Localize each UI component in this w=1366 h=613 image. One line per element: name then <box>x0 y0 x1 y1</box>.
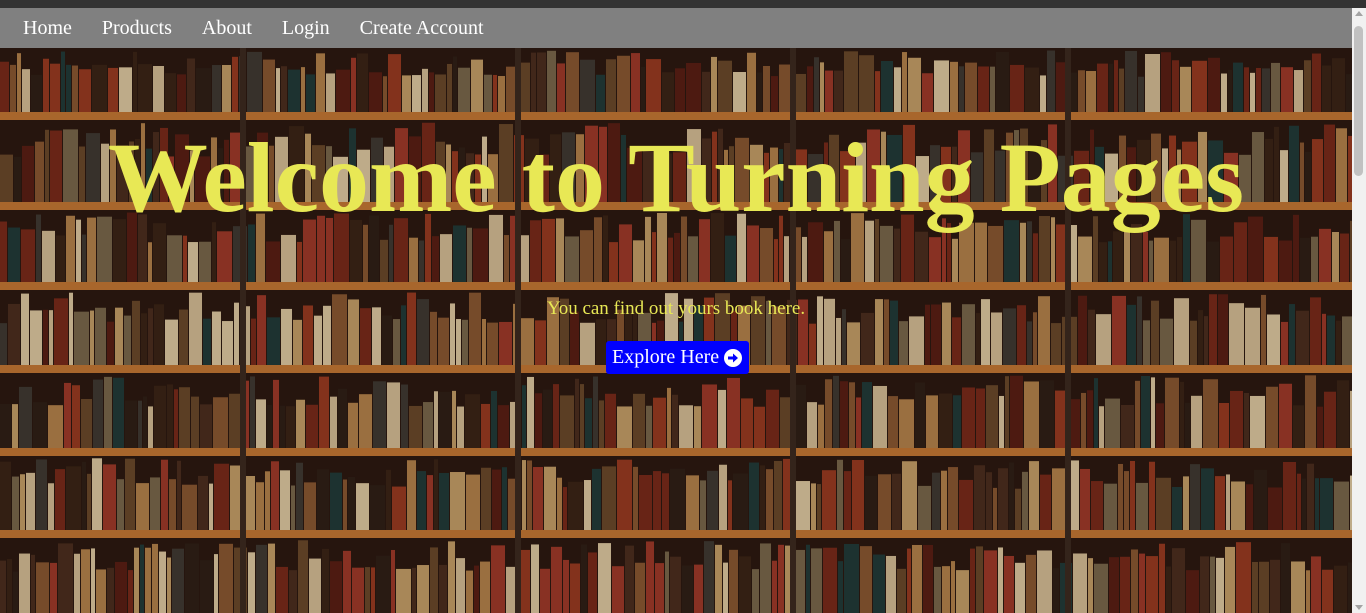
scroll-down-arrow-icon[interactable] <box>1355 605 1363 610</box>
page-scrollbar[interactable] <box>1352 8 1366 613</box>
nav-create-account-link[interactable]: Create Account <box>345 8 499 48</box>
hero-subtitle: You can find out yours book here. <box>546 298 806 319</box>
scroll-thumb[interactable] <box>1354 26 1363 176</box>
nav-login-link[interactable]: Login <box>267 8 345 48</box>
nav-home-link[interactable]: Home <box>8 8 87 48</box>
explore-button-label: Explore Here <box>612 346 720 368</box>
navbar: Home Products About Login Create Account <box>0 8 1352 48</box>
scroll-up-arrow-icon[interactable] <box>1355 11 1363 16</box>
hero-title: Welcome to Turning Pages <box>107 122 1245 233</box>
nav-products-link[interactable]: Products <box>87 8 187 48</box>
explore-here-button[interactable]: Explore Here <box>606 341 750 374</box>
arrow-right-icon <box>724 348 743 367</box>
hero-section: Welcome to Turning Pages You can find ou… <box>0 48 1352 613</box>
browser-top-strip <box>0 0 1366 8</box>
nav-about-link[interactable]: About <box>187 8 267 48</box>
